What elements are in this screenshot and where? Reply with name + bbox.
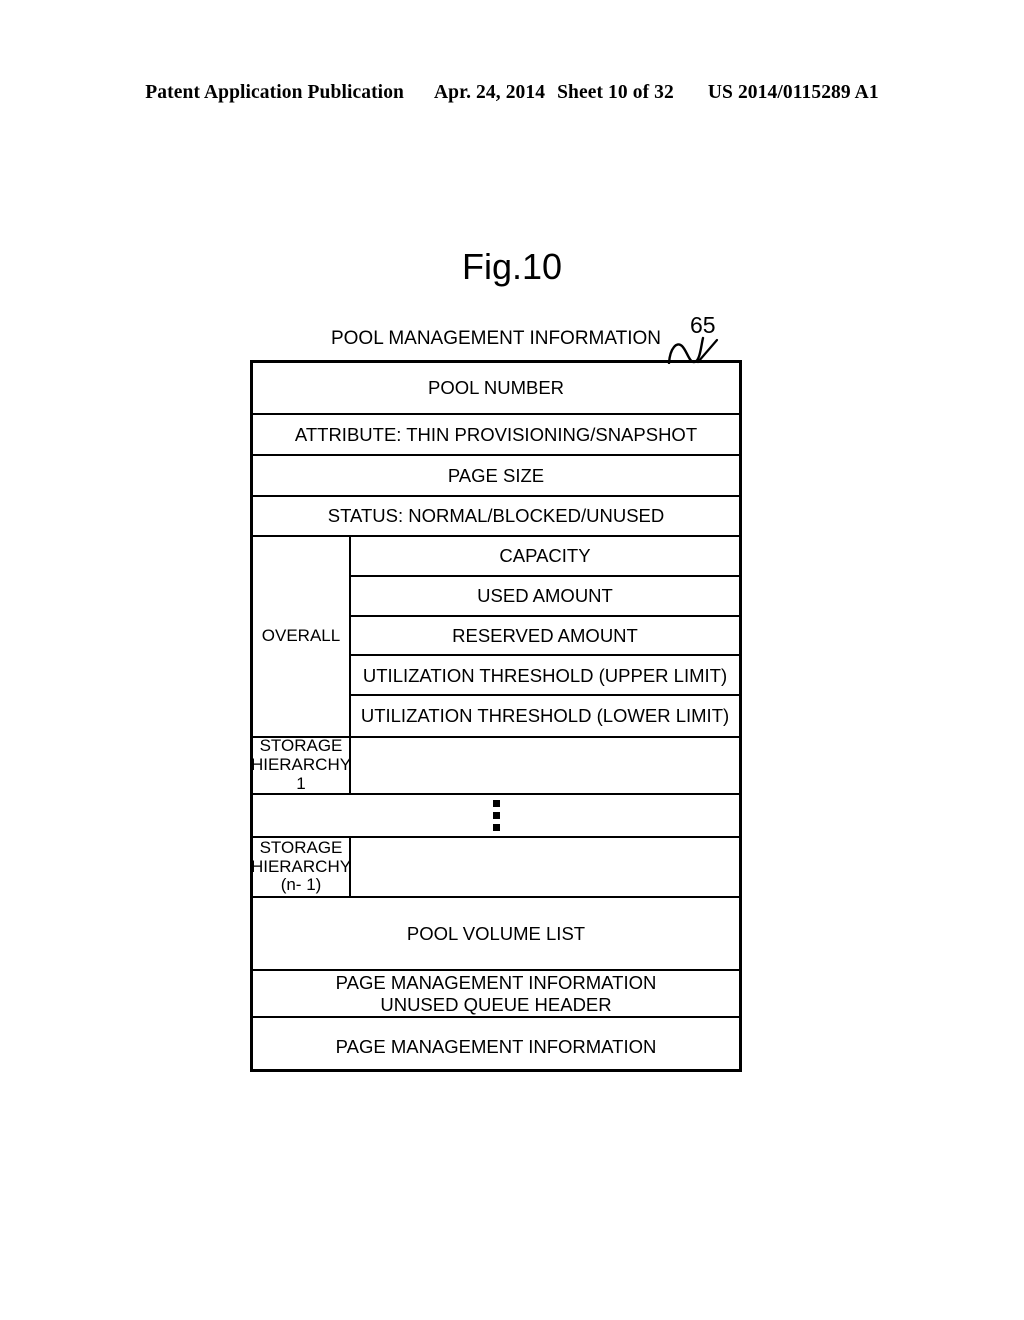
table-row-page-size: PAGE SIZE bbox=[253, 456, 739, 497]
table-row-storage-hierarchy-n-minus-1: STORAGE HIERARCHY (n- 1) bbox=[250, 837, 739, 898]
cell-storage-hierarchy-1-label: STORAGE HIERARCHY 1 bbox=[250, 736, 352, 793]
cell-page-management-unused-queue-header: PAGE MANAGEMENT INFORMATION UNUSED QUEUE… bbox=[335, 972, 657, 1015]
cell-capacity: CAPACITY bbox=[351, 537, 739, 577]
cell-storage-hierarchy-1-value bbox=[351, 738, 739, 793]
cell-storage-hierarchy-n-value bbox=[351, 838, 739, 896]
cell-reserved-amount: RESERVED AMOUNT bbox=[351, 617, 739, 657]
table-row-ellipsis bbox=[253, 795, 739, 838]
table-row-page-management-information: PAGE MANAGEMENT INFORMATION bbox=[253, 1018, 739, 1075]
table-row-pool-number: POOL NUMBER bbox=[253, 363, 739, 415]
cell-page-size: PAGE SIZE bbox=[447, 464, 545, 486]
cell-page-management-information: PAGE MANAGEMENT INFORMATION bbox=[335, 1035, 657, 1057]
pool-management-information-table: POOL NUMBER ATTRIBUTE: THIN PROVISIONING… bbox=[250, 360, 742, 1072]
sheet-label: Sheet 10 of 32 bbox=[557, 82, 674, 103]
patent-number: US 2014/0115289 A1 bbox=[707, 82, 879, 103]
publication-label: Patent Application Publication bbox=[145, 82, 404, 103]
figure-title: Fig.10 bbox=[461, 246, 563, 287]
cell-status: STATUS: NORMAL/BLOCKED/UNUSED bbox=[327, 505, 665, 527]
publication-date: Apr. 24, 2014 bbox=[434, 82, 546, 103]
cell-attribute: ATTRIBUTE: THIN PROVISIONING/SNAPSHOT bbox=[294, 423, 698, 445]
cell-used-amount: USED AMOUNT bbox=[351, 577, 739, 617]
cell-utilization-threshold-lower: UTILIZATION THRESHOLD (LOWER LIMIT) bbox=[360, 705, 730, 727]
cell-utilization-threshold-upper: UTILIZATION THRESHOLD (UPPER LIMIT) bbox=[351, 656, 739, 697]
table-row-attribute: ATTRIBUTE: THIN PROVISIONING/SNAPSHOT bbox=[253, 415, 739, 456]
table-group-overall: OVERALL CAPACITY USED AMOUNT RESERVED AM… bbox=[253, 537, 739, 738]
table-row-pool-volume-list: POOL VOLUME LIST bbox=[253, 898, 739, 971]
cell-overall-label: OVERALL bbox=[253, 537, 351, 736]
cell-storage-hierarchy-n-label: STORAGE HIERARCHY (n- 1) bbox=[250, 837, 352, 896]
vertical-ellipsis-icon bbox=[492, 800, 500, 831]
table-row-storage-hierarchy-1: STORAGE HIERARCHY 1 bbox=[250, 736, 739, 795]
cell-pool-volume-list: POOL VOLUME LIST bbox=[406, 922, 586, 944]
table-row-status: STATUS: NORMAL/BLOCKED/UNUSED bbox=[253, 497, 739, 537]
cell-pool-number: POOL NUMBER bbox=[427, 377, 565, 399]
table-row-page-management-unused-queue-header: PAGE MANAGEMENT INFORMATION UNUSED QUEUE… bbox=[253, 971, 739, 1018]
patent-page-header: Patent Application Publication Apr. 24, 2… bbox=[0, 82, 1024, 104]
overall-subrows: CAPACITY USED AMOUNT RESERVED AMOUNT UTI… bbox=[351, 537, 739, 736]
